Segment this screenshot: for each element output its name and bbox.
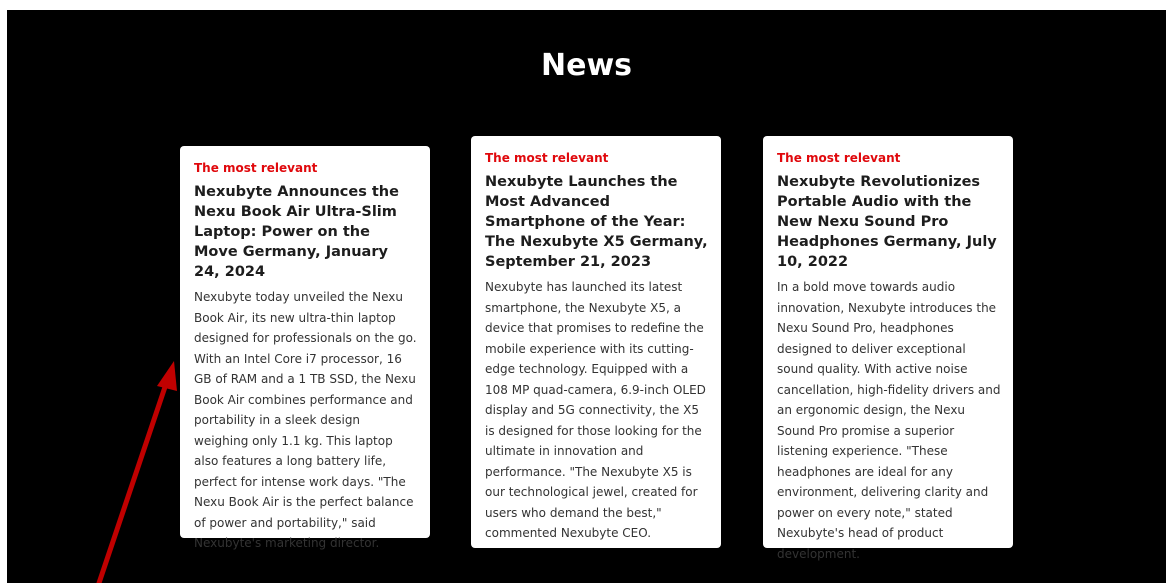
relevance-tag: The most relevant	[194, 161, 318, 175]
news-card[interactable]: The most relevant Nexubyte Launches the …	[471, 136, 721, 548]
news-headline[interactable]: Nexubyte Announces the Nexu Book Air Ult…	[194, 182, 418, 282]
news-body: Nexubyte today unveiled the Nexu Book Ai…	[194, 290, 417, 550]
screenshot-frame: News The most relevant Nexubyte Announce…	[0, 0, 1172, 583]
relevance-tag: The most relevant	[777, 151, 901, 165]
relevance-tag: The most relevant	[485, 151, 609, 165]
news-body: Nexubyte has launched its latest smartph…	[485, 280, 706, 540]
news-card[interactable]: The most relevant Nexubyte Revolutionize…	[763, 136, 1013, 561]
page-title: News	[540, 48, 633, 83]
news-headline[interactable]: Nexubyte Launches the Most Advanced Smar…	[485, 172, 709, 272]
news-body: In a bold move towards audio innovation,…	[777, 280, 1001, 561]
news-card[interactable]: The most relevant Nexubyte Announces the…	[180, 146, 430, 550]
news-headline[interactable]: Nexubyte Revolutionizes Portable Audio w…	[777, 172, 1001, 272]
